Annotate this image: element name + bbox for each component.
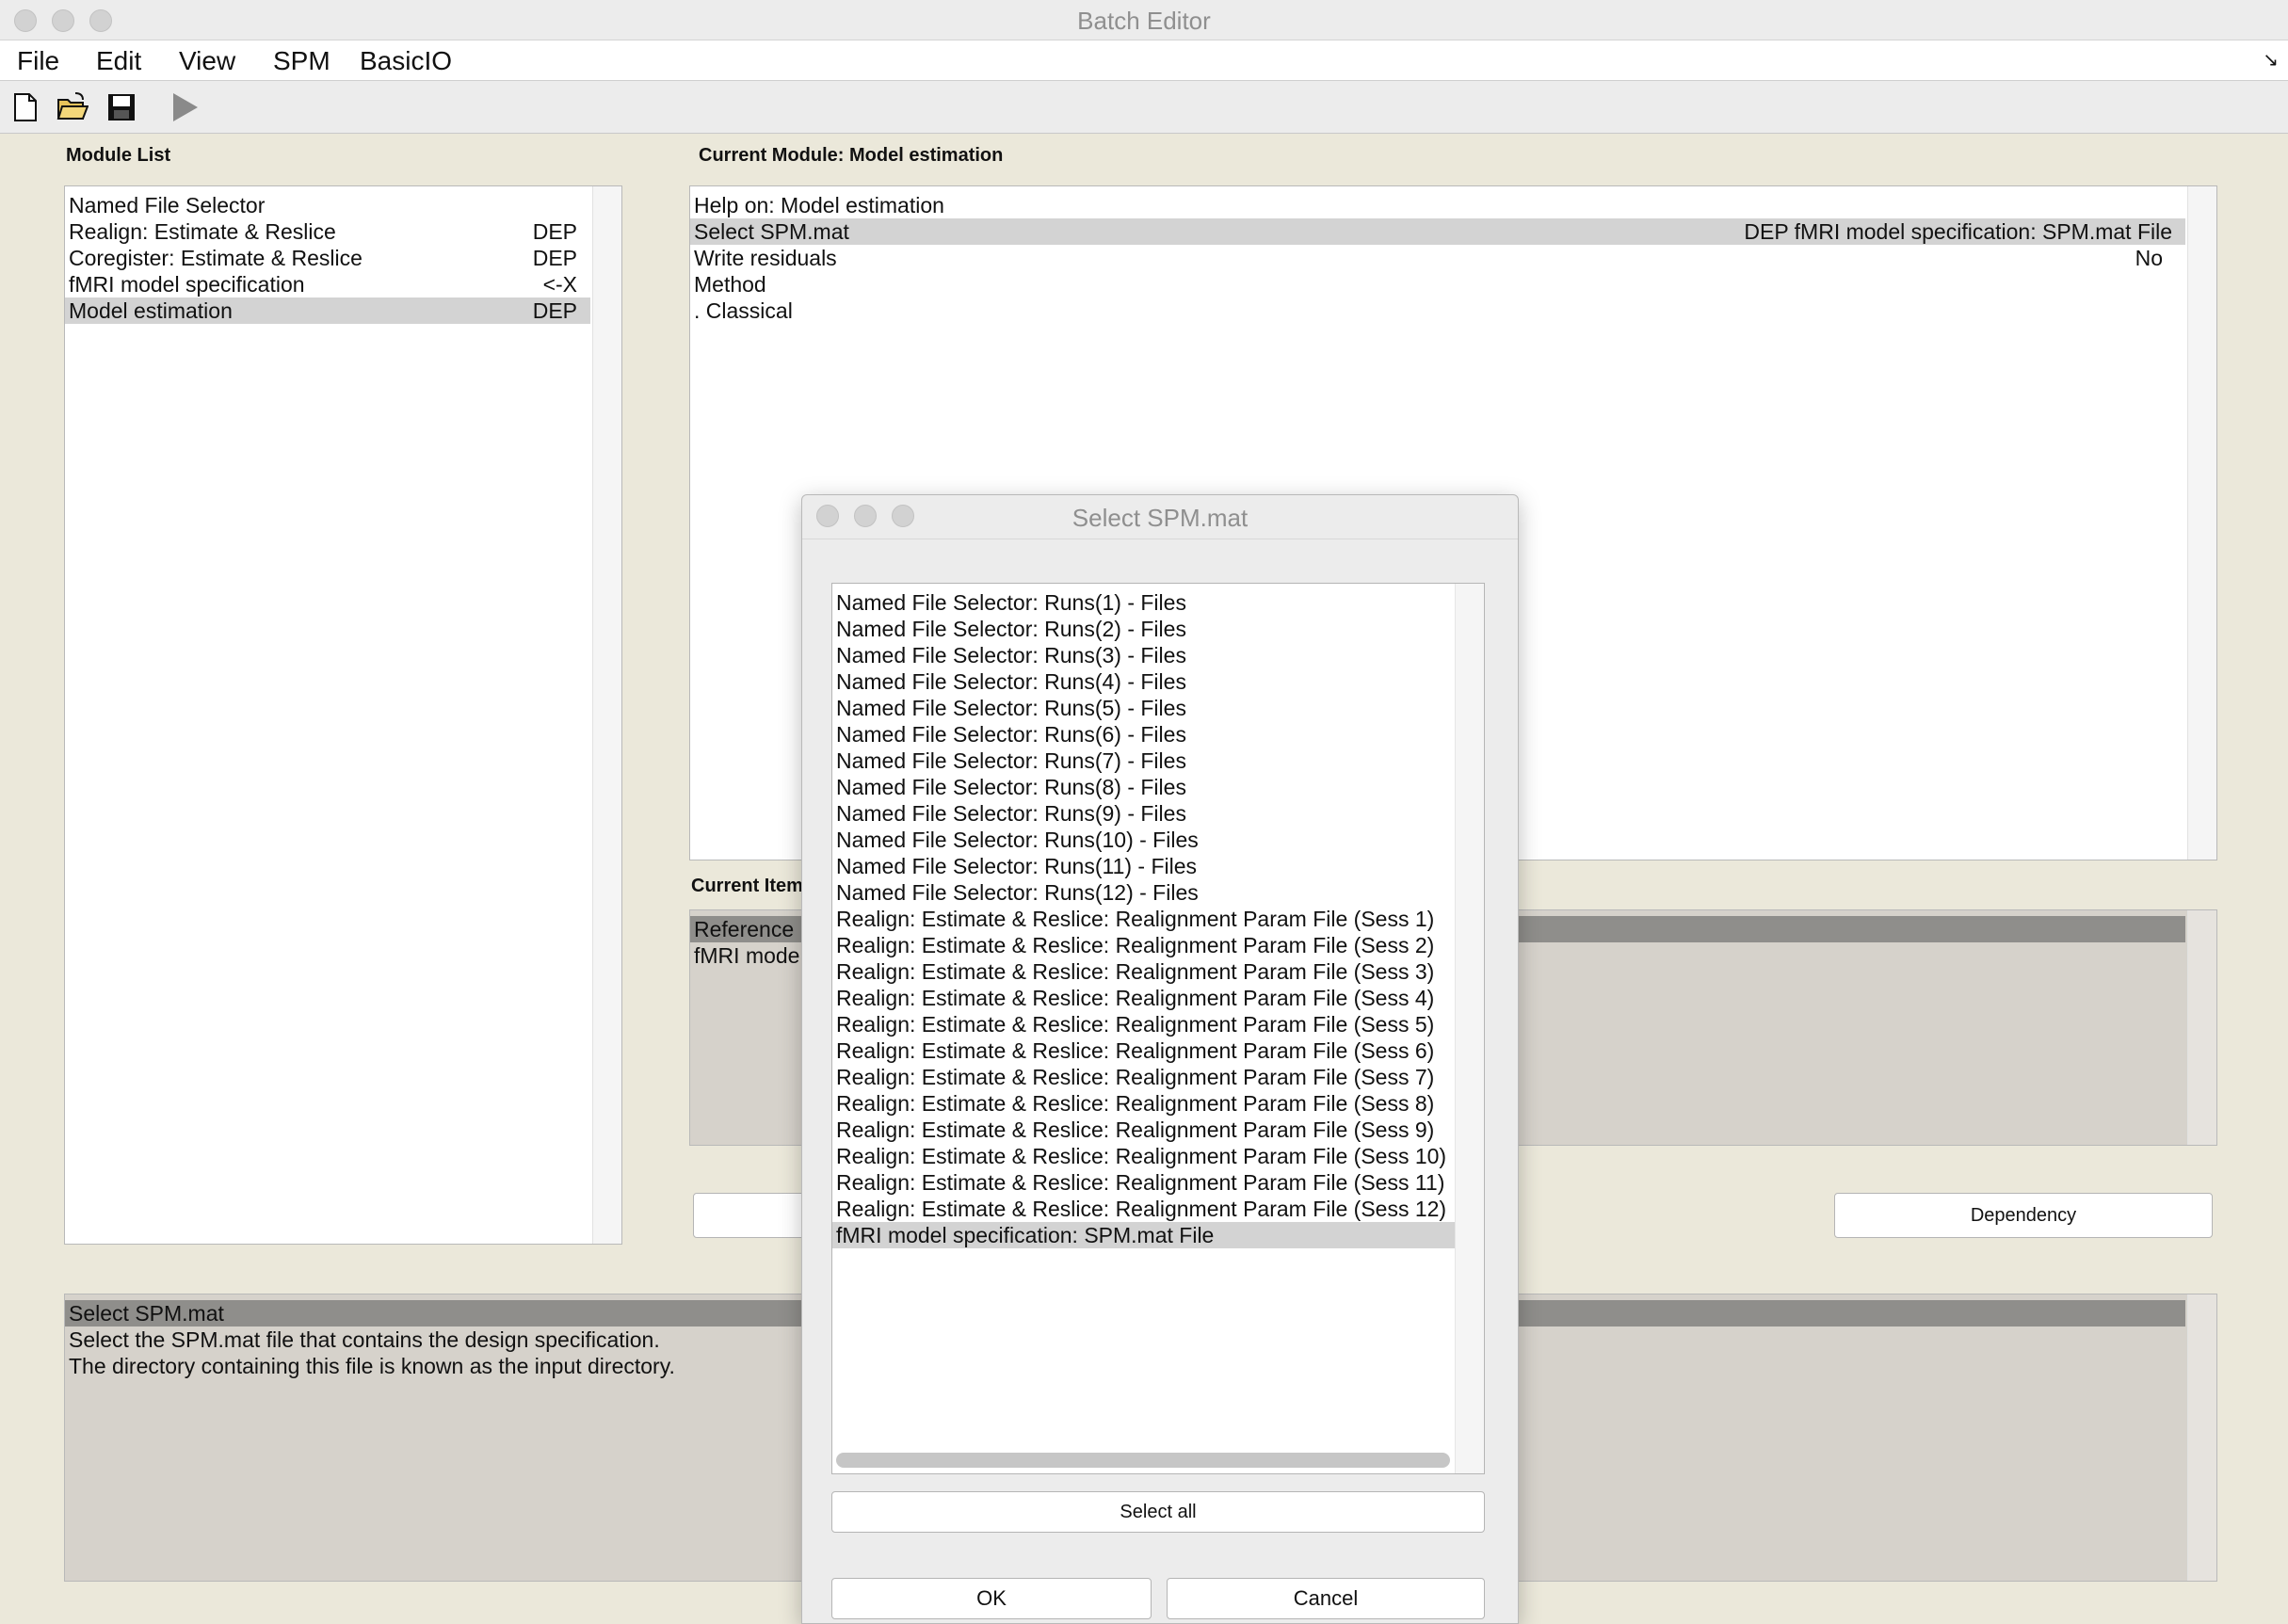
dependency-list-item[interactable]: Realign: Estimate & Reslice: Realignment… bbox=[832, 1037, 1456, 1064]
dependency-list-item-label: Realign: Estimate & Reslice: Realignment… bbox=[836, 986, 1435, 1010]
menu-file[interactable]: File bbox=[17, 46, 59, 76]
dependency-list-item-label: Named File Selector: Runs(7) - Files bbox=[836, 748, 1186, 773]
dependency-list-item-label: Named File Selector: Runs(4) - Files bbox=[836, 669, 1186, 694]
dependency-list-item[interactable]: Realign: Estimate & Reslice: Realignment… bbox=[832, 1169, 1456, 1196]
module-item-help[interactable]: Help on: Model estimation bbox=[690, 192, 2185, 218]
dependency-list-item-label: Realign: Estimate & Reslice: Realignment… bbox=[836, 1091, 1435, 1116]
dependency-list-item-selected[interactable]: fMRI model specification: SPM.mat File bbox=[832, 1222, 1456, 1248]
dependency-list-item[interactable]: Named File Selector: Runs(4) - Files bbox=[832, 668, 1456, 695]
dependency-list-item-label: Realign: Estimate & Reslice: Realignment… bbox=[836, 1038, 1435, 1063]
dependency-list-item[interactable]: Realign: Estimate & Reslice: Realignment… bbox=[832, 1196, 1456, 1222]
dependency-list-item[interactable]: Named File Selector: Runs(8) - Files bbox=[832, 774, 1456, 800]
dependency-list-item-label: Realign: Estimate & Reslice: Realignment… bbox=[836, 907, 1435, 931]
dependency-list-item-label: Named File Selector: Runs(8) - Files bbox=[836, 775, 1186, 799]
dependency-list-item[interactable]: Named File Selector: Runs(3) - Files bbox=[832, 642, 1456, 668]
dependency-list-item-label: Named File Selector: Runs(11) - Files bbox=[836, 854, 1198, 878]
dependency-button[interactable]: Dependency bbox=[1834, 1193, 2213, 1238]
resize-corner-icon: ↘ bbox=[2263, 50, 2279, 71]
dependency-list-item[interactable]: Named File Selector: Runs(9) - Files bbox=[832, 800, 1456, 827]
dependency-list-item-label: Realign: Estimate & Reslice: Realignment… bbox=[836, 1118, 1435, 1142]
dependency-list-item[interactable]: Named File Selector: Runs(10) - Files bbox=[832, 827, 1456, 853]
toolbar bbox=[0, 81, 2288, 134]
dependency-list-item-label: Named File Selector: Runs(9) - Files bbox=[836, 801, 1186, 826]
module-list-item[interactable]: Coregister: Estimate & Reslice DEP bbox=[65, 245, 590, 271]
dependency-list-item[interactable]: Named File Selector: Runs(1) - Files bbox=[832, 589, 1456, 616]
dependency-list-item[interactable]: Named File Selector: Runs(12) - Files bbox=[832, 879, 1456, 906]
module-item-method[interactable]: Method bbox=[690, 271, 2185, 297]
dependency-list-item-label: Realign: Estimate & Reslice: Realignment… bbox=[836, 1197, 1447, 1221]
dependency-list-hscrollbar[interactable] bbox=[836, 1453, 1450, 1468]
dialog-title-bar: Select SPM.mat bbox=[802, 495, 1518, 539]
dependency-list-item[interactable]: Realign: Estimate & Reslice: Realignment… bbox=[832, 1064, 1456, 1090]
dependency-list-vscrollbar[interactable] bbox=[1455, 584, 1484, 1473]
current-item-scrollbar[interactable] bbox=[2187, 910, 2216, 1145]
menu-edit[interactable]: Edit bbox=[96, 46, 141, 76]
dependency-list-item[interactable]: Named File Selector: Runs(2) - Files bbox=[832, 616, 1456, 642]
module-item-write-residuals[interactable]: Write residuals No bbox=[690, 245, 2185, 271]
dependency-list-item-label: Realign: Estimate & Reslice: Realignment… bbox=[836, 959, 1435, 984]
dependency-list-item-label: Named File Selector: Runs(10) - Files bbox=[836, 828, 1199, 852]
window-title: Batch Editor bbox=[1077, 7, 1211, 35]
module-list-item-selected[interactable]: Model estimation DEP bbox=[65, 297, 590, 324]
dependency-list-item[interactable]: Named File Selector: Runs(6) - Files bbox=[832, 721, 1456, 748]
current-module-scrollbar[interactable] bbox=[2187, 186, 2216, 860]
run-icon[interactable] bbox=[169, 90, 201, 124]
dependency-list-item[interactable]: Realign: Estimate & Reslice: Realignment… bbox=[832, 1090, 1456, 1117]
dependency-list-item[interactable]: Named File Selector: Runs(5) - Files bbox=[832, 695, 1456, 721]
dependency-list-item[interactable]: Realign: Estimate & Reslice: Realignment… bbox=[832, 906, 1456, 932]
dependency-list-item[interactable]: Realign: Estimate & Reslice: Realignment… bbox=[832, 985, 1456, 1011]
dependency-list-item-label: Named File Selector: Runs(2) - Files bbox=[836, 617, 1186, 641]
dependency-list-item-label: Realign: Estimate & Reslice: Realignment… bbox=[836, 1144, 1447, 1168]
current-item-label: Current Item bbox=[691, 876, 803, 896]
open-folder-icon[interactable] bbox=[56, 90, 89, 124]
dependency-list-item-label: Realign: Estimate & Reslice: Realignment… bbox=[836, 1065, 1435, 1089]
dependency-list[interactable]: Named File Selector: Runs(1) - Files Name… bbox=[831, 583, 1485, 1474]
module-list-label: Module List bbox=[66, 145, 171, 166]
dependency-list-item[interactable]: Realign: Estimate & Reslice: Realignment… bbox=[832, 1143, 1456, 1169]
module-item-classical[interactable]: . Classical bbox=[690, 297, 2185, 324]
dependency-list-item[interactable]: Realign: Estimate & Reslice: Realignment… bbox=[832, 932, 1456, 958]
new-file-icon[interactable] bbox=[9, 90, 41, 124]
dependency-list-item-label: Realign: Estimate & Reslice: Realignment… bbox=[836, 933, 1435, 957]
help-scrollbar[interactable] bbox=[2187, 1294, 2216, 1581]
menu-view[interactable]: View bbox=[179, 46, 235, 76]
dependency-list-item[interactable]: Realign: Estimate & Reslice: Realignment… bbox=[832, 1117, 1456, 1143]
ok-button[interactable]: OK bbox=[831, 1578, 1152, 1619]
cancel-button[interactable]: Cancel bbox=[1167, 1578, 1485, 1619]
dependency-list-item-label: Named File Selector: Runs(3) - Files bbox=[836, 643, 1186, 667]
dependency-list-item-label: fMRI model specification: SPM.mat File bbox=[836, 1223, 1215, 1247]
dependency-list-item-label: Named File Selector: Runs(1) - Files bbox=[836, 590, 1186, 615]
module-list-scrollbar[interactable] bbox=[592, 186, 621, 1244]
module-item-select-spm-mat[interactable]: Select SPM.mat DEP fMRI model specificat… bbox=[690, 218, 2185, 245]
save-icon[interactable] bbox=[105, 90, 137, 124]
dependency-list-item-label: Named File Selector: Runs(12) - Files bbox=[836, 880, 1199, 905]
dependency-list-item-label: Named File Selector: Runs(6) - Files bbox=[836, 722, 1186, 747]
menu-basicio[interactable]: BasicIO bbox=[360, 46, 452, 76]
dependency-list-item-label: Named File Selector: Runs(5) - Files bbox=[836, 696, 1186, 720]
dependency-list-item-label: Realign: Estimate & Reslice: Realignment… bbox=[836, 1012, 1435, 1037]
module-list-item[interactable]: fMRI model specification <-X bbox=[65, 271, 590, 297]
select-spm-mat-dialog: Select SPM.mat Named File Selector: Runs… bbox=[801, 494, 1519, 1624]
current-module-label: Current Module: Model estimation bbox=[699, 145, 1004, 166]
menu-spm[interactable]: SPM bbox=[273, 46, 330, 76]
dependency-list-item[interactable]: Named File Selector: Runs(7) - Files bbox=[832, 748, 1456, 774]
dependency-list-item-label: Realign: Estimate & Reslice: Realignment… bbox=[836, 1170, 1445, 1195]
dependency-list-item[interactable]: Named File Selector: Runs(11) - Files bbox=[832, 853, 1456, 879]
dependency-list-item[interactable]: Realign: Estimate & Reslice: Realignment… bbox=[832, 1011, 1456, 1037]
select-all-button[interactable]: Select all bbox=[831, 1491, 1485, 1533]
dialog-title: Select SPM.mat bbox=[1071, 504, 1249, 532]
module-list[interactable]: Named File Selector Realign: Estimate & … bbox=[64, 185, 622, 1245]
dependency-list-item[interactable]: Realign: Estimate & Reslice: Realignment… bbox=[832, 958, 1456, 985]
menu-bar: File Edit View SPM BasicIO ↘ bbox=[0, 40, 2288, 81]
module-list-item[interactable]: Named File Selector bbox=[65, 192, 590, 218]
module-list-item[interactable]: Realign: Estimate & Reslice DEP bbox=[65, 218, 590, 245]
title-bar: Batch Editor bbox=[0, 0, 2288, 40]
